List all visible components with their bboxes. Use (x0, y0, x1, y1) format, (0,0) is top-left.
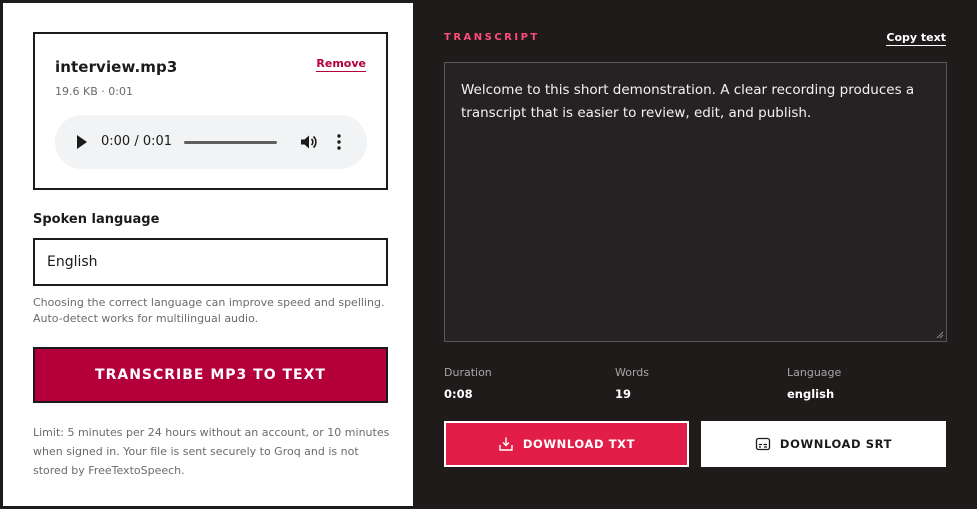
language-hint: Choosing the correct language can improv… (33, 296, 385, 325)
stat-language: Language english (787, 366, 841, 401)
copy-text-button[interactable]: Copy text (886, 31, 946, 46)
download-icon (499, 437, 513, 451)
limit-notice: Limit: 5 minutes per 24 hours without an… (33, 426, 390, 477)
words-label: Words (615, 366, 650, 379)
stat-duration: Duration 0:08 (444, 366, 492, 401)
transcript-textarea[interactable]: Welcome to this short demonstration. A c… (444, 62, 947, 342)
upload-panel: interview.mp3 Remove 19.6 KB · 0:01 0:00… (1, 1, 415, 508)
words-value: 19 (615, 387, 632, 401)
transcript-text: Welcome to this short demonstration. A c… (461, 82, 915, 121)
transcript-heading: TRANSCRIPT (444, 32, 540, 43)
language-stat-label: Language (787, 366, 842, 379)
play-icon[interactable] (77, 135, 87, 149)
subtitles-icon (755, 437, 771, 451)
duration-label: Duration (444, 366, 492, 379)
seek-bar[interactable] (184, 141, 277, 144)
language-stat-value: english (787, 387, 835, 401)
duration-value: 0:08 (444, 387, 473, 401)
download-srt-button[interactable]: DOWNLOAD SRT (701, 421, 946, 467)
download-txt-label: DOWNLOAD TXT (522, 437, 636, 451)
stat-words: Words 19 (615, 366, 649, 401)
transcribe-button[interactable]: TRANSCRIBE MP3 TO TEXT (33, 347, 388, 403)
more-options-icon[interactable] (335, 133, 343, 151)
download-srt-label: DOWNLOAD SRT (779, 437, 893, 451)
download-txt-button[interactable]: DOWNLOAD TXT (444, 421, 689, 467)
transcript-panel: TRANSCRIPT Copy text Welcome to this sho… (415, 0, 977, 509)
file-card: interview.mp3 Remove 19.6 KB · 0:01 0:00… (33, 32, 388, 190)
volume-icon[interactable] (299, 133, 317, 151)
language-select[interactable]: English (33, 238, 388, 286)
language-label: Spoken language (33, 212, 160, 227)
time-display: 0:00 / 0:01 (101, 134, 173, 149)
audio-player: 0:00 / 0:01 (55, 115, 367, 169)
resize-handle-icon[interactable] (936, 331, 944, 339)
file-name: interview.mp3 (55, 58, 178, 76)
file-meta: 19.6 KB · 0:01 (55, 85, 133, 98)
remove-button[interactable]: Remove (316, 57, 366, 72)
